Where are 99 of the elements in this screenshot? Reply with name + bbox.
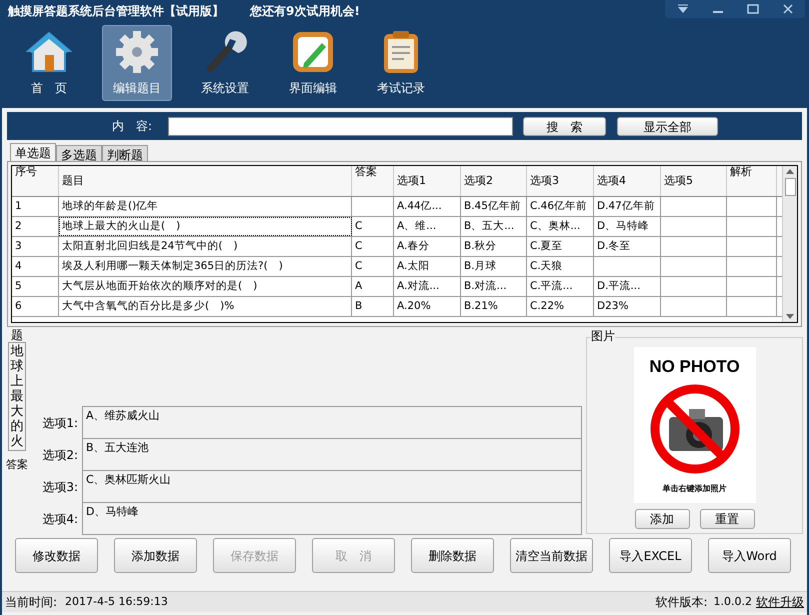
action-button[interactable]: 导入Word	[708, 538, 791, 573]
question-field[interactable]: 地球上最大的火	[8, 342, 26, 451]
toolbar-button[interactable]: 首 页	[14, 25, 84, 101]
close-icon[interactable]	[782, 4, 794, 14]
table-cell: A	[352, 277, 394, 296]
table-cell: 5	[12, 277, 59, 296]
column-header: 选项5	[661, 166, 727, 196]
column-header: 解析	[727, 166, 777, 196]
option-label: 选项1:	[41, 415, 79, 432]
no-photo-heading: NO PHOTO	[649, 357, 740, 377]
maximize-icon[interactable]	[746, 4, 758, 14]
tab[interactable]: 多选题	[56, 145, 102, 161]
table-cell: 埃及人利用哪一颗天体制定365日的历法?( )	[59, 257, 352, 276]
option-field[interactable]: D、马特峰	[82, 502, 582, 535]
action-button[interactable]: 删除数据	[411, 538, 494, 573]
table-cell: 大气层从地面开始依次的顺序对的是( )	[59, 277, 352, 296]
table-cell: D、马特峰	[594, 217, 661, 236]
toolbar-button[interactable]: 界面编辑	[278, 25, 348, 101]
picture-button[interactable]: 重置	[700, 509, 754, 529]
column-header: 题目	[59, 166, 352, 196]
action-button[interactable]: 添加数据	[114, 538, 197, 573]
table-cell: A.太阳	[394, 257, 461, 276]
scroll-down-icon[interactable]	[786, 314, 794, 319]
table-cell: C.夏至	[527, 237, 594, 256]
table-cell: B.对流...	[461, 277, 527, 296]
table-cell: D23%	[594, 297, 661, 316]
upgrade-link[interactable]: 软件升级	[756, 593, 804, 611]
option-label: 选项3:	[41, 479, 79, 496]
table-cell: D.平流...	[594, 277, 661, 296]
table-cell: A、维...	[394, 217, 461, 236]
toolbar-button[interactable]: 系统设置	[190, 25, 260, 101]
table-cell: A.20%	[394, 297, 461, 316]
table-cell: C、奥林...	[527, 217, 594, 236]
add-photo-hint: 单击右键添加照片	[662, 483, 726, 495]
search-field[interactable]	[168, 116, 513, 136]
picture-label: 图片	[591, 329, 615, 343]
current-time: 2017-4-5 16:59:13	[65, 594, 168, 610]
scroll-thumb[interactable]	[784, 178, 796, 196]
house-icon	[26, 29, 72, 75]
table-cell: 1	[12, 197, 59, 216]
table-cell: A.对流...	[394, 277, 461, 296]
table-cell: C.46亿年前	[527, 197, 594, 216]
gear-icon	[114, 29, 160, 75]
picture-button[interactable]: 添加	[634, 509, 690, 529]
table-cell: 大气中含氧气的百分比是多少( )%	[59, 297, 352, 316]
trial-notice: 您还有9次试用机会!	[250, 3, 360, 20]
notepad-pencil-icon	[290, 29, 336, 75]
table-cell: C	[352, 257, 394, 276]
column-header: 选项3	[527, 166, 594, 196]
option-field[interactable]: B、五大连池	[82, 438, 582, 471]
dropdown-icon[interactable]	[676, 4, 688, 14]
window-title: 触摸屏答题系统后台管理软件【试用版】	[8, 3, 224, 20]
option-field[interactable]: C、奥林匹斯火山	[82, 470, 582, 503]
table-cell: 太阳直射北回归线是24节气中的( )	[59, 237, 352, 256]
table-cell: B、五大...	[461, 217, 527, 236]
scroll-up-icon[interactable]	[786, 169, 794, 174]
table-cell: 4	[12, 257, 59, 276]
toolbar-button[interactable]: 编辑题目	[102, 25, 172, 101]
column-header: 选项4	[594, 166, 661, 196]
table-cell: D.冬至	[594, 237, 661, 256]
table-cell: C	[352, 217, 394, 236]
table-cell: A.春分	[394, 237, 461, 256]
search-button[interactable]: 搜 索	[523, 116, 606, 136]
option-label: 选项4:	[41, 511, 79, 528]
tab[interactable]: 单选题	[10, 143, 56, 161]
table-cell: 2	[12, 217, 59, 236]
table-cell: C.平流...	[527, 277, 594, 296]
scrollbar[interactable]	[782, 166, 797, 322]
column-header: 选项1	[394, 166, 461, 196]
table-cell: 地球的年龄是()亿年	[59, 197, 352, 216]
table-cell: 6	[12, 297, 59, 316]
table-cell: B.月球	[461, 257, 527, 276]
column-header: 选项2	[461, 166, 527, 196]
table-cell: C	[352, 237, 394, 256]
table-cell: B	[352, 297, 394, 316]
table-cell: 地球上最大的火山是( )	[59, 217, 352, 236]
answer-label: 答案	[6, 457, 28, 473]
time-label: 当前时间:	[5, 594, 58, 611]
table-cell: D.47亿年前	[594, 197, 661, 216]
column-header: 序号	[12, 166, 59, 196]
content-label: 内 容:	[112, 118, 154, 135]
tab[interactable]: 判断题	[102, 145, 148, 161]
version-label: 软件版本:	[655, 594, 708, 611]
action-button[interactable]: 修改数据	[15, 538, 98, 573]
version-number: 1.0.0.2	[714, 594, 752, 610]
question-label: 题	[11, 329, 23, 342]
table-cell: C.22%	[527, 297, 594, 316]
table-cell: 3	[12, 237, 59, 256]
show-all-button[interactable]: 显示全部	[617, 116, 718, 136]
option-field[interactable]: A、维苏威火山	[82, 406, 582, 439]
table-cell: B.21%	[461, 297, 527, 316]
table-cell: C.天狼	[527, 257, 594, 276]
table-cell: A.44亿...	[394, 197, 461, 216]
table-cell: B.秋分	[461, 237, 527, 256]
option-label: 选项2:	[41, 447, 79, 464]
table-cell: B.45亿年前	[461, 197, 527, 216]
toolbar-button[interactable]: 考试记录	[366, 25, 436, 101]
action-button[interactable]: 导入EXCEL	[609, 538, 692, 573]
action-button[interactable]: 清空当前数据	[510, 538, 593, 573]
